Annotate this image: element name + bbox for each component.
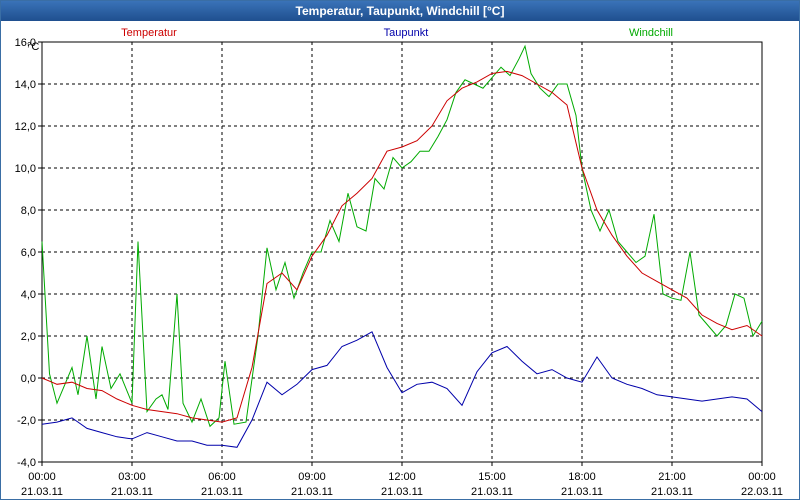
x-tick-time: 21:00 xyxy=(658,471,686,483)
x-tick-time: 09:00 xyxy=(298,471,326,483)
x-tick-date: 21.03.11 xyxy=(291,486,333,498)
y-tick-label: 0,0 xyxy=(21,373,36,385)
x-tick-time: 15:00 xyxy=(478,471,506,483)
chart-area: °C -4,0-2,00,02,04,06,08,010,012,014,016… xyxy=(15,27,783,498)
y-tick-label: 2,0 xyxy=(21,331,36,343)
x-tick-date: 21.03.11 xyxy=(21,486,63,498)
y-tick-label: 10,0 xyxy=(15,163,36,175)
legend-entry-windchill: Windchill xyxy=(629,27,673,39)
legend-entry-taupunkt: Taupunkt xyxy=(384,27,429,39)
y-tick-label: 6,0 xyxy=(21,247,36,259)
legend-entry-temperatur: Temperatur xyxy=(121,27,177,39)
y-tick-label: 12,0 xyxy=(15,121,36,133)
x-tick-time: 12:00 xyxy=(388,471,416,483)
x-tick-time: 18:00 xyxy=(568,471,596,483)
x-tick-date: 22.03.11 xyxy=(741,486,783,498)
y-tick-label: 4,0 xyxy=(21,289,36,301)
x-tick-date: 21.03.11 xyxy=(201,486,243,498)
y-tick-label: 16,0 xyxy=(15,37,36,49)
x-tick-date: 21.03.11 xyxy=(111,486,153,498)
x-tick-date: 21.03.11 xyxy=(471,486,513,498)
x-tick-time: 03:00 xyxy=(118,471,146,483)
x-tick-time: 06:00 xyxy=(208,471,236,483)
grid-lines xyxy=(42,41,762,462)
y-tick-label: -4,0 xyxy=(17,457,36,469)
chart-window: Temperatur, Taupunkt, Windchill [°C] °C … xyxy=(0,0,800,500)
x-tick-date: 21.03.11 xyxy=(651,486,693,498)
x-tick-labels: 00:00 21.03.11 03:00 21.03.11 06:00 21.03.11 0… xyxy=(21,462,783,498)
x-tick-date: 21.03.11 xyxy=(561,486,603,498)
legend: Temperatur Taupunkt Windchill xyxy=(121,27,673,39)
y-tick-label: -2,0 xyxy=(17,415,36,427)
x-tick-time: 00:00 xyxy=(748,471,776,483)
y-tick-label: 14,0 xyxy=(15,79,36,91)
x-tick-date: 21.03.11 xyxy=(381,486,423,498)
y-tick-label: 8,0 xyxy=(21,205,36,217)
y-tick-labels: -4,0 -2,0 0,0 2,0 4,0 6,0 8,0 10,0 12,0 14,0 16,0 xyxy=(15,37,42,469)
x-tick-time: 00:00 xyxy=(28,471,56,483)
